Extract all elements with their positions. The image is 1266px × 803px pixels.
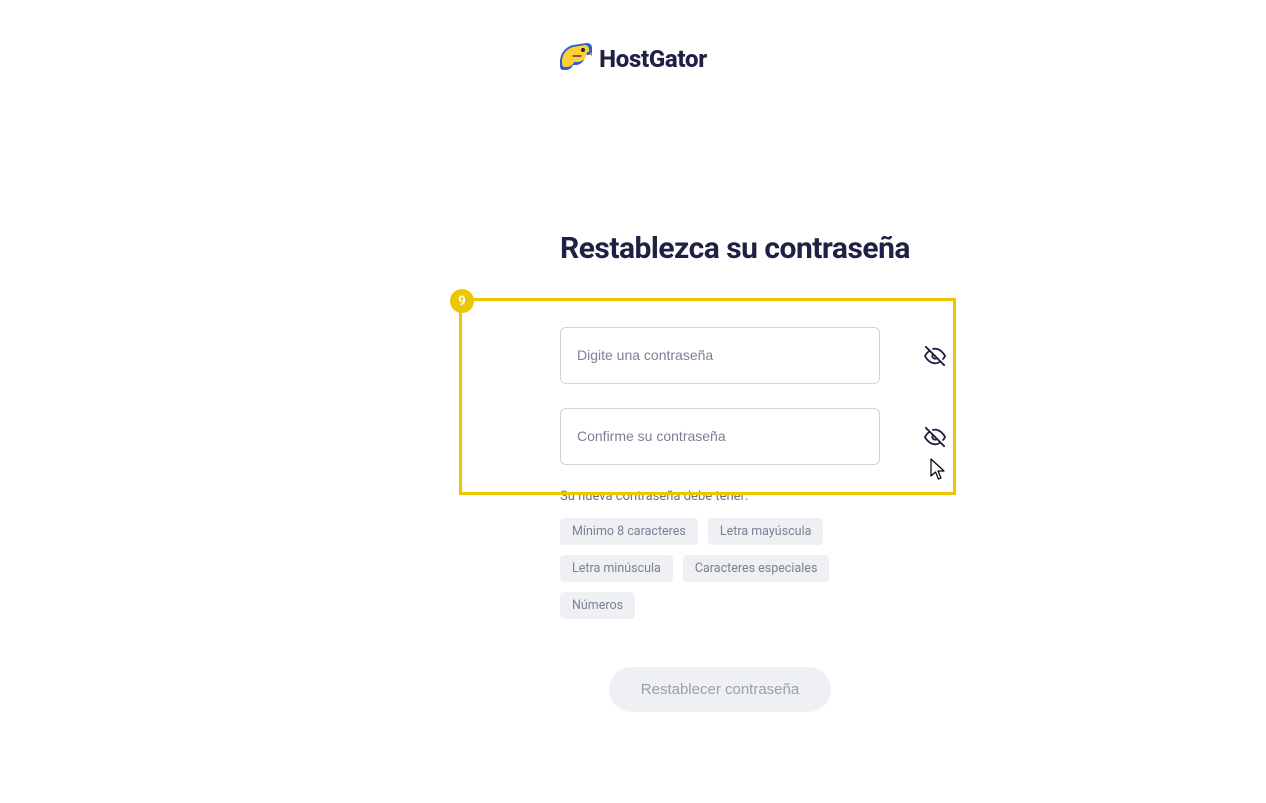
submit-area: Restablecer contraseña	[560, 667, 880, 712]
toggle-password-visibility-icon[interactable]	[924, 345, 946, 367]
requirements-label: Su nueva contraseña debe tener:	[560, 489, 960, 504]
reset-password-button[interactable]: Restablecer contraseña	[609, 667, 831, 712]
reset-password-panel: Restablezca su contraseña	[560, 231, 960, 712]
requirement-chip: Números	[560, 592, 635, 619]
brand-logo: HostGator	[559, 42, 707, 76]
confirm-password-input-wrapper	[560, 408, 960, 465]
requirement-chip: Letra mayúscula	[708, 518, 824, 545]
password-input[interactable]	[560, 327, 880, 384]
form-area: Su nueva contraseña debe tener: Mínimo 8…	[560, 297, 960, 712]
password-input-wrapper	[560, 327, 960, 384]
requirements-chips: Mínimo 8 caracteres Letra mayúscula Letr…	[560, 518, 860, 619]
requirement-chip: Mínimo 8 caracteres	[560, 518, 698, 545]
brand-text: HostGator	[599, 45, 707, 73]
toggle-confirm-visibility-icon[interactable]	[924, 426, 946, 448]
requirement-chip: Letra minúscula	[560, 555, 673, 582]
requirement-chip: Caracteres especiales	[683, 555, 830, 582]
gator-logo-icon	[559, 42, 593, 76]
logo-container: HostGator	[0, 0, 1266, 96]
tutorial-step-badge: 9	[450, 289, 474, 313]
confirm-password-input[interactable]	[560, 408, 880, 465]
page-title: Restablezca su contraseña	[560, 231, 960, 267]
